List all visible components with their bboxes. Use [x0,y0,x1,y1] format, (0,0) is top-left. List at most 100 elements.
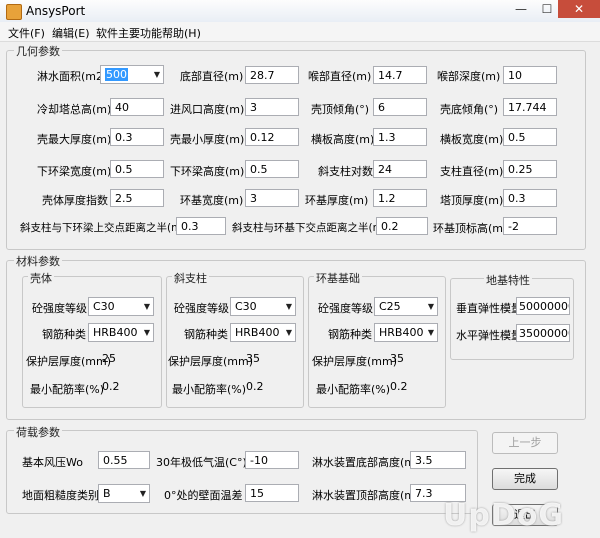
min-temp-label: 30年极低气温(C°) [156,456,247,469]
geo-label: 横板宽度(m) [440,133,504,146]
column-pairs-input[interactable]: 24 [373,160,427,178]
column-beam-half-distance-input[interactable]: 0.3 [176,217,226,235]
geo-label: 壳顶倾角(°) [311,103,370,116]
plate-height-input[interactable]: 1.3 [373,128,427,146]
tower-height-input[interactable]: 40 [110,98,164,116]
ring-top-elevation-input[interactable]: -2 [503,217,557,235]
ring-beam-height-input[interactable]: 0.5 [245,160,299,178]
bottom-diameter-input[interactable]: 28.7 [245,66,299,84]
geo-label: 壳最小厚度(m) [170,133,245,146]
geo-label: 喉部深度(m) [437,70,501,83]
geo-label: 下环梁高度(m) [170,165,245,178]
ring-rebar-select[interactable]: HRB400 ▼ [374,323,438,342]
spray-top-label: 淋水装置顶部高度(m) [312,489,420,502]
menu-bar: 文件(F) 编辑(E) 软件主要功能 帮助(H) [0,22,600,42]
shell-max-thickness-input[interactable]: 0.3 [110,128,164,146]
chevron-down-icon: ▼ [285,328,292,337]
plate-width-input[interactable]: 0.5 [503,128,557,146]
close-button[interactable]: ✕ [558,0,600,18]
geo-label: 淋水面积(m2) [37,70,108,83]
geometry-group-title: 几何参数 [14,43,62,59]
menu-help[interactable]: 帮助(H) [162,25,201,41]
shell-rebar-select[interactable]: HRB400 ▼ [88,323,154,342]
column-ratio-label: 最小配筋率(%) [172,383,247,396]
column-cover-value: 35 [246,352,260,365]
roughness-label: 地面粗糙度类别 [22,489,99,502]
column-rebar-select[interactable]: HRB400 ▼ [230,323,296,342]
chevron-down-icon: ▼ [143,328,150,337]
menu-file[interactable]: 文件(F) [8,25,45,41]
tower-top-thickness-input[interactable]: 0.3 [503,189,557,207]
ring-thickness-input[interactable]: 1.2 [373,189,427,207]
shell-grade-label: 砼强度等级 [32,302,87,315]
chevron-down-icon: ▼ [153,70,160,79]
shell-subgroup-title: 壳体 [28,270,54,286]
ring-rebar-label: 钢筋种类 [328,328,372,341]
geo-label: 下环梁宽度(m) [37,165,112,178]
ring-ratio-label: 最小配筋率(%) [316,383,391,396]
title-bar: AnsysPort — ☐ ✕ [0,0,600,23]
watermark-logo: UpDoG [443,498,564,533]
geo-label: 环基顶标高(m) [433,222,508,235]
column-diameter-input[interactable]: 0.25 [503,160,557,178]
geo-label: 壳最大厚度(m) [37,133,112,146]
spray-bottom-label: 淋水装置底部高度(m) [312,456,420,469]
load-group-title: 荷载参数 [14,424,62,440]
menu-main-functions[interactable]: 软件主要功能 [96,25,162,41]
geo-label: 塔顶厚度(m) [440,194,504,207]
inlet-height-input[interactable]: 3 [245,98,299,116]
column-subgroup-title: 斜支柱 [172,270,209,286]
geo-label: 喉部直径(m) [308,70,372,83]
geo-label: 进风口高度(m) [170,103,245,116]
thickness-index-input[interactable]: 2.5 [110,189,164,207]
geo-label: 壳底倾角(°) [440,103,499,116]
shell-grade-select[interactable]: C30 ▼ [88,297,154,316]
spray-area-select[interactable]: 500 ▼ [100,65,164,84]
column-ring-half-distance-input[interactable]: 0.2 [376,217,428,235]
horizontal-modulus-input[interactable]: 35000000 [516,324,570,342]
geo-label: 壳体厚度指数 [42,194,108,207]
ring-width-input[interactable]: 3 [245,189,299,207]
soil-subgroup [450,278,574,360]
minimize-button[interactable]: — [508,0,534,18]
wind-pressure-input[interactable]: 0.55 [98,451,150,469]
shell-cover-value: 25 [102,352,116,365]
throat-depth-input[interactable]: 10 [503,66,557,84]
maximize-button[interactable]: ☐ [534,0,560,18]
bottom-angle-input[interactable]: 17.744 [503,98,557,116]
ring-cover-value: 35 [390,352,404,365]
geo-label: 斜支柱与环基下交点距离之半(m) [232,222,387,234]
temp-diff-input[interactable]: 15 [245,484,299,502]
ring-grade-select[interactable]: C25 ▼ [374,297,438,316]
finish-button[interactable]: 完成 [492,468,558,490]
shell-ratio-value: 0.2 [102,380,120,393]
app-icon [6,4,22,20]
shell-rebar-label: 钢筋种类 [42,328,86,341]
shell-min-thickness-input[interactable]: 0.12 [245,128,299,146]
spray-bottom-input[interactable]: 3.5 [410,451,466,469]
ring-beam-width-input[interactable]: 0.5 [110,160,164,178]
vertical-modulus-input[interactable]: 50000000 [516,297,570,315]
ring-grade-label: 砼强度等级 [318,302,373,315]
column-grade-select[interactable]: C30 ▼ [230,297,296,316]
geo-label: 斜支柱与下环梁上交点距离之半(m) [20,222,186,234]
geo-label: 横板高度(m) [311,133,375,146]
vertical-modulus-label: 垂直弹性模量 [456,302,522,315]
column-rebar-label: 钢筋种类 [184,328,228,341]
min-temp-input[interactable]: -10 [245,451,299,469]
temp-diff-label: 0°处的壁面温差 [164,489,243,502]
material-group-title: 材料参数 [14,253,62,269]
chevron-down-icon: ▼ [139,489,146,498]
geo-label: 底部直径(m) [180,70,244,83]
geo-label: 环基厚度(m) [305,194,369,207]
ring-cover-label: 保护层厚度(mm) [312,355,398,368]
throat-diameter-input[interactable]: 14.7 [373,66,427,84]
ring-ratio-value: 0.2 [390,380,408,393]
column-cover-label: 保护层厚度(mm) [168,355,254,368]
top-angle-input[interactable]: 6 [373,98,427,116]
shell-ratio-label: 最小配筋率(%) [30,383,105,396]
menu-edit[interactable]: 编辑(E) [52,25,90,41]
column-ratio-value: 0.2 [246,380,264,393]
roughness-select[interactable]: B ▼ [98,484,150,503]
previous-step-button[interactable]: 上一步 [492,432,558,454]
